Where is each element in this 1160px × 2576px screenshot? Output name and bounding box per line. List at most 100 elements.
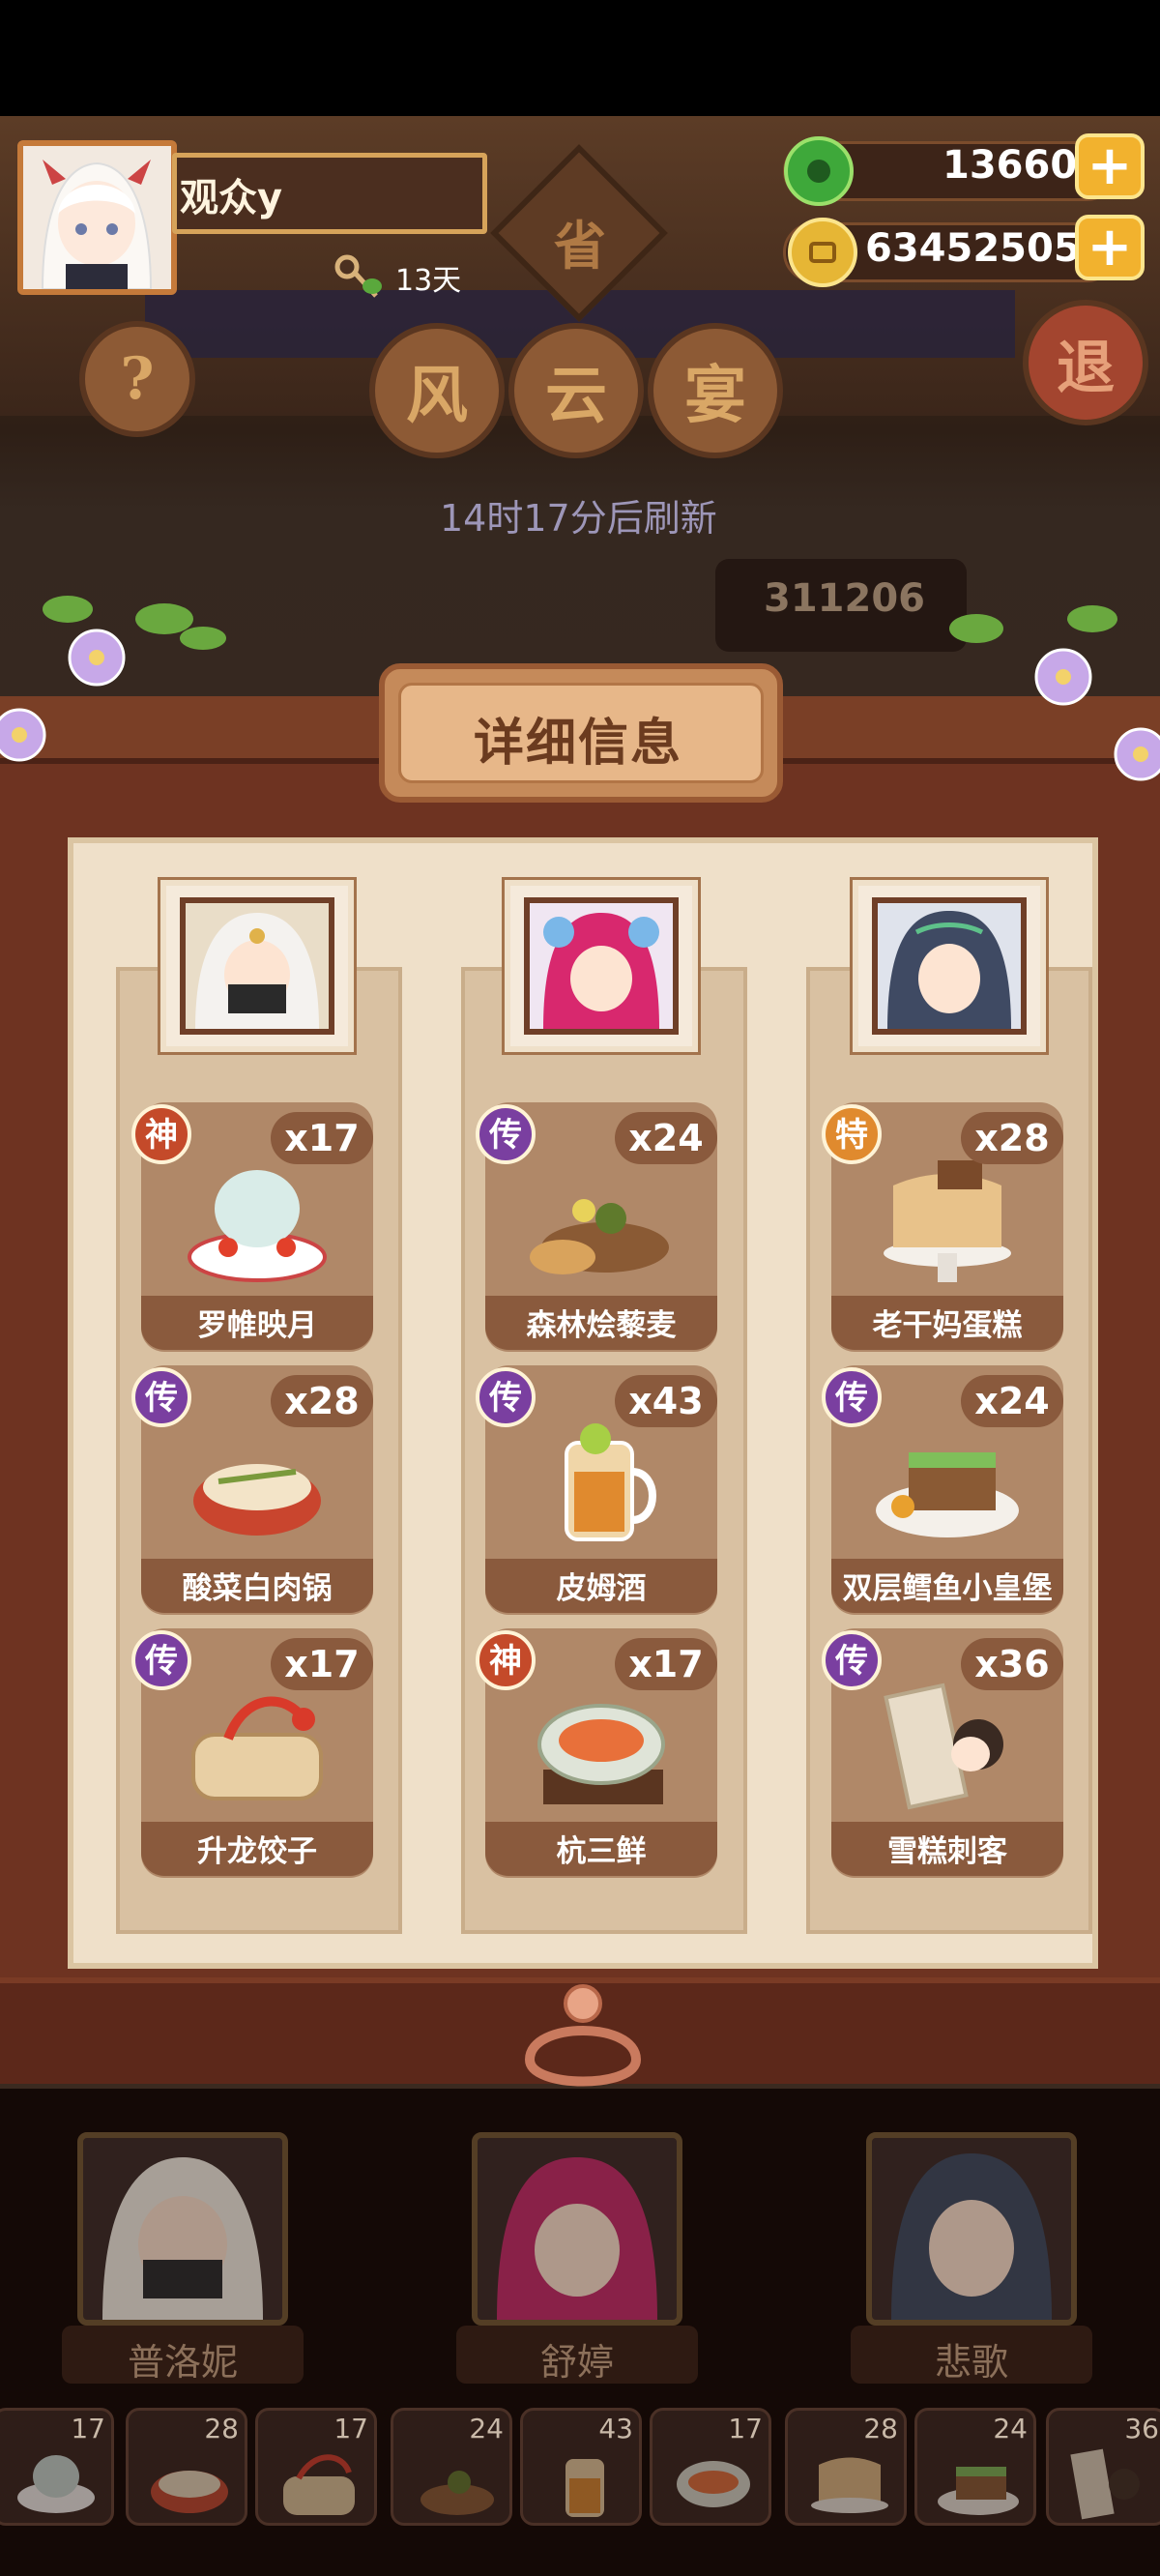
jade-icon — [784, 136, 854, 206]
panel-title: 详细信息 — [474, 715, 683, 773]
chef-portrait-3[interactable] — [853, 880, 1046, 1052]
dish-name: 双层鳕鱼小皇堡 — [842, 1571, 1053, 1606]
province-label: 省 — [554, 215, 606, 277]
tray-count: 17 — [334, 2413, 368, 2444]
dish-image-icon — [191, 1696, 323, 1800]
add-coin-button[interactable]: + — [1075, 215, 1145, 280]
dish-image-icon — [530, 1199, 669, 1274]
dish-thumb-icon — [811, 2457, 888, 2513]
dish-name: 杭三鲜 — [556, 1834, 647, 1869]
dish-name: 雪糕刺客 — [887, 1834, 1007, 1869]
dish-card[interactable]: 酸菜白肉锅 x28 传 — [131, 1365, 373, 1615]
chef-portrait-3-image — [872, 897, 1027, 1035]
dish-count: x36 — [961, 1638, 1063, 1690]
tray-dish-slot[interactable]: 28 — [126, 2408, 247, 2526]
chef-face-icon — [543, 913, 659, 1029]
tray-dish-slot[interactable]: 36 — [1046, 2408, 1160, 2526]
dish-card[interactable]: 杭三鲜 x17 神 — [476, 1628, 717, 1878]
dish-thumb-icon — [1070, 2448, 1140, 2520]
banner-char-1: 风 — [369, 323, 505, 458]
dish-name: 升龙饺子 — [197, 1834, 317, 1869]
flower-decoration-right-icon — [949, 605, 1160, 781]
dish-image-icon — [565, 1423, 656, 1541]
rarity-badge: 传 — [476, 1367, 536, 1427]
dish-count: x43 — [615, 1375, 717, 1427]
dish-name: 罗帷映月 — [197, 1308, 317, 1343]
login-days: 13天 — [334, 253, 461, 302]
rarity-badge: 传 — [131, 1630, 191, 1690]
tray-count: 43 — [598, 2413, 633, 2444]
chef-slot-3[interactable] — [866, 2132, 1077, 2326]
tray-dish-slot[interactable]: 24 — [391, 2408, 512, 2526]
dish-card[interactable]: 罗帷映月 x17 神 — [131, 1102, 373, 1352]
rarity-badge: 传 — [822, 1630, 882, 1690]
rarity-badge: 特 — [822, 1104, 882, 1164]
key-icon — [334, 254, 382, 298]
dish-card[interactable]: 升龙饺子 x17 传 — [131, 1628, 373, 1878]
dish-image-icon — [537, 1704, 665, 1804]
avatar-portrait-icon — [23, 146, 171, 289]
days-label: 13天 — [395, 264, 462, 298]
dish-card[interactable]: 双层鳕鱼小皇堡 x24 传 — [822, 1365, 1063, 1615]
exit-button[interactable]: 退 — [1023, 300, 1148, 425]
chef-portrait-2-image — [524, 897, 679, 1035]
tray-dish-slot[interactable]: 17 — [0, 2408, 114, 2526]
tray-dish-slot[interactable]: 17 — [255, 2408, 377, 2526]
dish-image-icon — [188, 1170, 327, 1282]
dish-card[interactable]: 雪糕刺客 x36 传 — [822, 1628, 1063, 1878]
rarity-badge: 传 — [822, 1367, 882, 1427]
tray-count: 24 — [993, 2413, 1028, 2444]
tray-dish-slot[interactable]: 43 — [520, 2408, 642, 2526]
dish-name: 酸菜白肉锅 — [182, 1571, 333, 1606]
chef-portrait-1-image — [180, 897, 334, 1035]
dish-thumb-icon — [151, 2471, 228, 2513]
dish-thumb-icon — [420, 2471, 494, 2515]
chef-slot-2[interactable] — [472, 2132, 682, 2326]
dish-count: x24 — [961, 1375, 1063, 1427]
dish-count: x24 — [615, 1112, 717, 1164]
dish-image-icon — [876, 1452, 1019, 1537]
help-button[interactable]: ? — [79, 321, 195, 437]
tray-count: 36 — [1124, 2413, 1159, 2444]
score-value: 311206 — [764, 576, 925, 621]
chef-name: 舒婷 — [539, 2341, 614, 2384]
tray-count: 17 — [71, 2413, 105, 2444]
chef-portrait-2[interactable] — [505, 880, 698, 1052]
flower-decoration-left-icon — [0, 596, 226, 762]
banner-char-2: 云 — [508, 323, 644, 458]
dish-thumb-icon — [938, 2467, 1019, 2515]
banner-char-3: 宴 — [648, 323, 783, 458]
chef-portrait-1[interactable] — [160, 880, 354, 1052]
dish-thumb-icon — [677, 2461, 750, 2507]
dish-card[interactable]: 老干妈蛋糕 x28 特 — [822, 1102, 1063, 1352]
dish-name: 森林烩藜麦 — [526, 1308, 677, 1343]
chef-face-icon — [887, 911, 1011, 1029]
coin-icon — [788, 218, 857, 287]
rarity-badge: 传 — [131, 1367, 191, 1427]
add-jade-button[interactable]: + — [1075, 133, 1145, 199]
dish-image-icon — [193, 1464, 321, 1536]
chef-slot-1[interactable] — [77, 2132, 288, 2326]
rarity-badge: 神 — [131, 1104, 191, 1164]
dish-image-icon — [884, 1160, 1011, 1282]
dish-image-icon — [884, 1683, 1003, 1810]
tray-count: 28 — [204, 2413, 239, 2444]
tray-dish-slot[interactable]: 28 — [785, 2408, 907, 2526]
tray-dish-slot[interactable]: 24 — [914, 2408, 1036, 2526]
rarity-badge: 神 — [476, 1630, 536, 1690]
avatar[interactable] — [17, 140, 177, 295]
jade-amount: 13660 — [942, 143, 1078, 188]
tray-count: 24 — [469, 2413, 504, 2444]
coin-amount: 63452505 — [865, 226, 1081, 271]
tray-count: 28 — [863, 2413, 898, 2444]
dish-count: x28 — [961, 1112, 1063, 1164]
dish-count: x17 — [615, 1638, 717, 1690]
dish-thumb-icon — [17, 2455, 95, 2513]
dish-card[interactable]: 皮姆酒 x43 传 — [476, 1365, 717, 1615]
rarity-badge: 传 — [476, 1104, 536, 1164]
tray-dish-slot[interactable]: 17 — [650, 2408, 771, 2526]
dish-card[interactable]: 森林烩藜麦 x24 传 — [476, 1102, 717, 1352]
dish-name: 皮姆酒 — [556, 1571, 647, 1606]
dish-name: 老干妈蛋糕 — [872, 1308, 1023, 1343]
chef-face-icon — [497, 2157, 657, 2320]
